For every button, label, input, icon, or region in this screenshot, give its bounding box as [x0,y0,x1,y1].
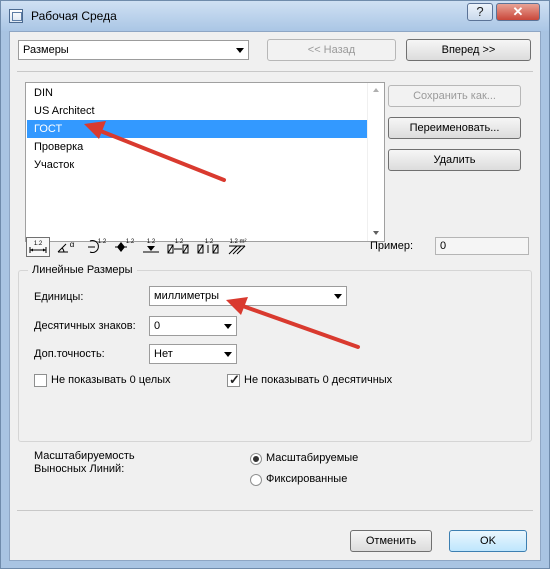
annotation-arrow-1 [84,121,226,182]
annotation-arrow-2 [226,297,360,349]
annotation-arrows [84,121,360,349]
